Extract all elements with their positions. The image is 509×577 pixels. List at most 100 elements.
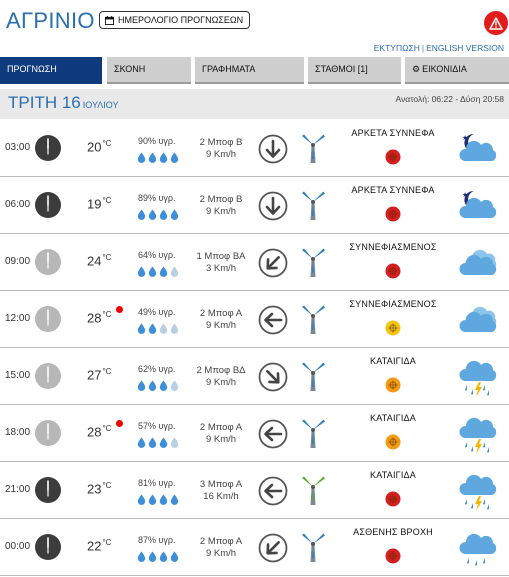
wind-info: 2 Μποφ Α9 Km/h	[186, 422, 256, 446]
humidity-drops	[137, 264, 179, 282]
forecast-time: 21:00	[5, 484, 31, 495]
forecast-calendar-button[interactable]: ΗΜΕΡΟΛΟΓΙΟ ΠΡΟΓΝΩΣΕΩΝ	[99, 11, 251, 29]
wind-beaufort: 3 Μποφ Α	[199, 479, 243, 490]
wind-turbine-icon	[300, 417, 326, 454]
svg-text:★: ★	[462, 134, 468, 142]
forecast-time: 09:00	[5, 256, 31, 267]
humidity-value: 57% υγρ.	[138, 421, 176, 431]
humidity-drop-icon	[148, 150, 157, 168]
humidity-value: 62% υγρ.	[138, 364, 176, 374]
table-row: 12:00 28°C 49% υγρ. 2 Μποφ Α9 Km/h ΣΥΝΝΕΦΙΑΣ…	[0, 291, 509, 348]
humidity-drop-icon	[170, 321, 179, 339]
humidity-drops	[137, 492, 179, 510]
wind-speed: 9 Km/h	[205, 206, 237, 217]
cloudy-icon	[457, 245, 497, 286]
thunderstorm-icon	[457, 416, 497, 461]
humidity-value: 90% υγρ.	[138, 136, 176, 146]
humidity-drops	[137, 207, 179, 225]
wind-turbine-icon	[300, 246, 326, 283]
wind-direction-arrow-icon	[258, 419, 288, 454]
tab-forecast[interactable]: ΠΡΟΓΝΩΣΗ	[0, 57, 102, 84]
tab-dust[interactable]: ΣΚΟΝΗ	[107, 57, 191, 84]
humidity-value: 64% υγρ.	[138, 250, 176, 260]
rain-icon	[457, 530, 497, 575]
hazard-level-icon	[385, 206, 401, 227]
hazard-level-icon	[385, 548, 401, 569]
table-row: 21:00 23°C 81% υγρ. 3 Μποφ Α 16 Km/h ΚΑΤΑΙΓΙΔ…	[0, 462, 509, 519]
wind-beaufort: 2 Μποφ Α	[199, 422, 243, 433]
wind-speed: 9 Km/h	[205, 434, 237, 445]
humidity-drop-icon	[159, 150, 168, 168]
humidity-drops	[137, 549, 179, 567]
forecast-time: 12:00	[5, 313, 31, 324]
forecast-time: 18:00	[5, 427, 31, 438]
high-temp-dot	[116, 306, 123, 313]
city-title: ΑΓΡΙΝΙΟ	[6, 8, 95, 33]
clock-icon	[34, 305, 62, 338]
gear-icon: ⚙	[412, 64, 421, 74]
wind-turbine-icon	[300, 531, 326, 568]
weather-condition: ΚΑΤΑΙΓΙΔΑ	[370, 470, 416, 480]
humidity-drop-icon	[159, 207, 168, 225]
alert-warning-icon[interactable]	[484, 11, 508, 35]
humidity-drop-icon	[170, 435, 179, 453]
clock-icon	[34, 476, 62, 509]
humidity-drop-icon	[148, 207, 157, 225]
humidity-drop-icon	[148, 492, 157, 510]
humidity-value: 49% υγρ.	[138, 307, 176, 317]
humidity-drop-icon	[148, 549, 157, 567]
english-version-link[interactable]: ENGLISH VERSION	[426, 43, 504, 53]
print-link[interactable]: ΕΚΤΥΠΩΣΗ	[374, 43, 420, 53]
humidity-drops	[137, 321, 179, 339]
weather-condition: ΣΥΝΝΕΦΙΑΣΜΕΝΟΣ	[349, 299, 437, 309]
tab-stations[interactable]: ΣΤΑΘΜΟΙ [1]	[308, 57, 401, 84]
temperature: 19°C	[87, 196, 112, 212]
humidity-drop-icon	[148, 321, 157, 339]
calendar-button-label: ΗΜΕΡΟΛΟΓΙΟ ΠΡΟΓΝΩΣΕΩΝ	[118, 15, 244, 25]
table-row: 15:00 27°C 62% υγρ. 2 Μποφ ΒΔ 9 Km/h ΚΑΤΑΙΓΙΔ…	[0, 348, 509, 405]
temperature: 27°C	[87, 367, 112, 383]
temperature: 28°C	[87, 310, 112, 326]
forecast-time: 03:00	[5, 142, 31, 153]
humidity-drop-icon	[170, 207, 179, 225]
hazard-level-icon	[385, 377, 401, 398]
humidity-drop-icon	[137, 492, 146, 510]
night-partly-cloudy-icon: ★	[457, 188, 497, 229]
wind-info: 2 Μποφ Α9 Km/h	[186, 536, 256, 560]
humidity-drop-icon	[159, 321, 168, 339]
wind-direction-arrow-icon	[258, 248, 288, 283]
cloudy-icon	[457, 302, 497, 343]
wind-turbine-icon	[300, 360, 326, 397]
humidity-drop-icon	[170, 378, 179, 396]
wind-info: 2 Μποφ Α9 Km/h	[186, 308, 256, 332]
humidity-value: 87% υγρ.	[138, 535, 176, 545]
clock-icon	[34, 134, 62, 167]
wind-turbine-icon	[300, 474, 326, 511]
wind-speed: 3 Km/h	[205, 263, 237, 274]
forecast-table: 03:00 20°C 90% υγρ. 2 Μποφ Β9 Km/h ΑΡΚΕΤΑ ΣΥ…	[0, 120, 509, 576]
weather-condition: ΣΥΝΝΕΦΙΑΣΜΕΝΟΣ	[349, 242, 437, 252]
day-header: ΤΡΙΤΗ 16 ΙΟΥΛΙΟΥ Ανατολή: 06:22 - Δύση 20…	[0, 89, 509, 119]
clock-icon	[34, 248, 62, 281]
tab-icons[interactable]: ⚙ ΕΙΚΟΝΙΔΙΑ	[405, 57, 509, 84]
table-row: 09:00 24°C 64% υγρ. 1 Μποφ ΒΑ 3 Km/h ΣΥΝΝΕΦΙΑ…	[0, 234, 509, 291]
humidity-drop-icon	[159, 378, 168, 396]
wind-direction-arrow-icon	[258, 533, 288, 568]
thunderstorm-icon	[457, 359, 497, 404]
table-row: 18:00 28°C 57% υγρ. 2 Μποφ Α9 Km/h ΚΑΤΑΙΓΙΔΑ	[0, 405, 509, 462]
wind-info: 1 Μποφ ΒΑ 3 Km/h	[186, 251, 256, 275]
wind-beaufort: 2 Μποφ Β	[199, 137, 243, 148]
forecast-time: 06:00	[5, 199, 31, 210]
humidity-drop-icon	[170, 549, 179, 567]
weather-condition: ΚΑΤΑΙΓΙΔΑ	[370, 413, 416, 423]
weather-condition: ΚΑΤΑΙΓΙΔΑ	[370, 356, 416, 366]
clock-icon	[34, 191, 62, 224]
night-partly-cloudy-icon: ★	[457, 131, 497, 172]
temperature: 24°C	[87, 253, 112, 269]
humidity-drops	[137, 435, 179, 453]
day-month: ΙΟΥΛΙΟΥ	[82, 100, 119, 110]
day-title: ΤΡΙΤΗ 16 ΙΟΥΛΙΟΥ	[8, 93, 119, 112]
tab-graphs[interactable]: ΓΡΑΦΗΜΑΤΑ	[195, 57, 304, 84]
hazard-level-icon	[385, 263, 401, 284]
humidity-drop-icon	[170, 150, 179, 168]
